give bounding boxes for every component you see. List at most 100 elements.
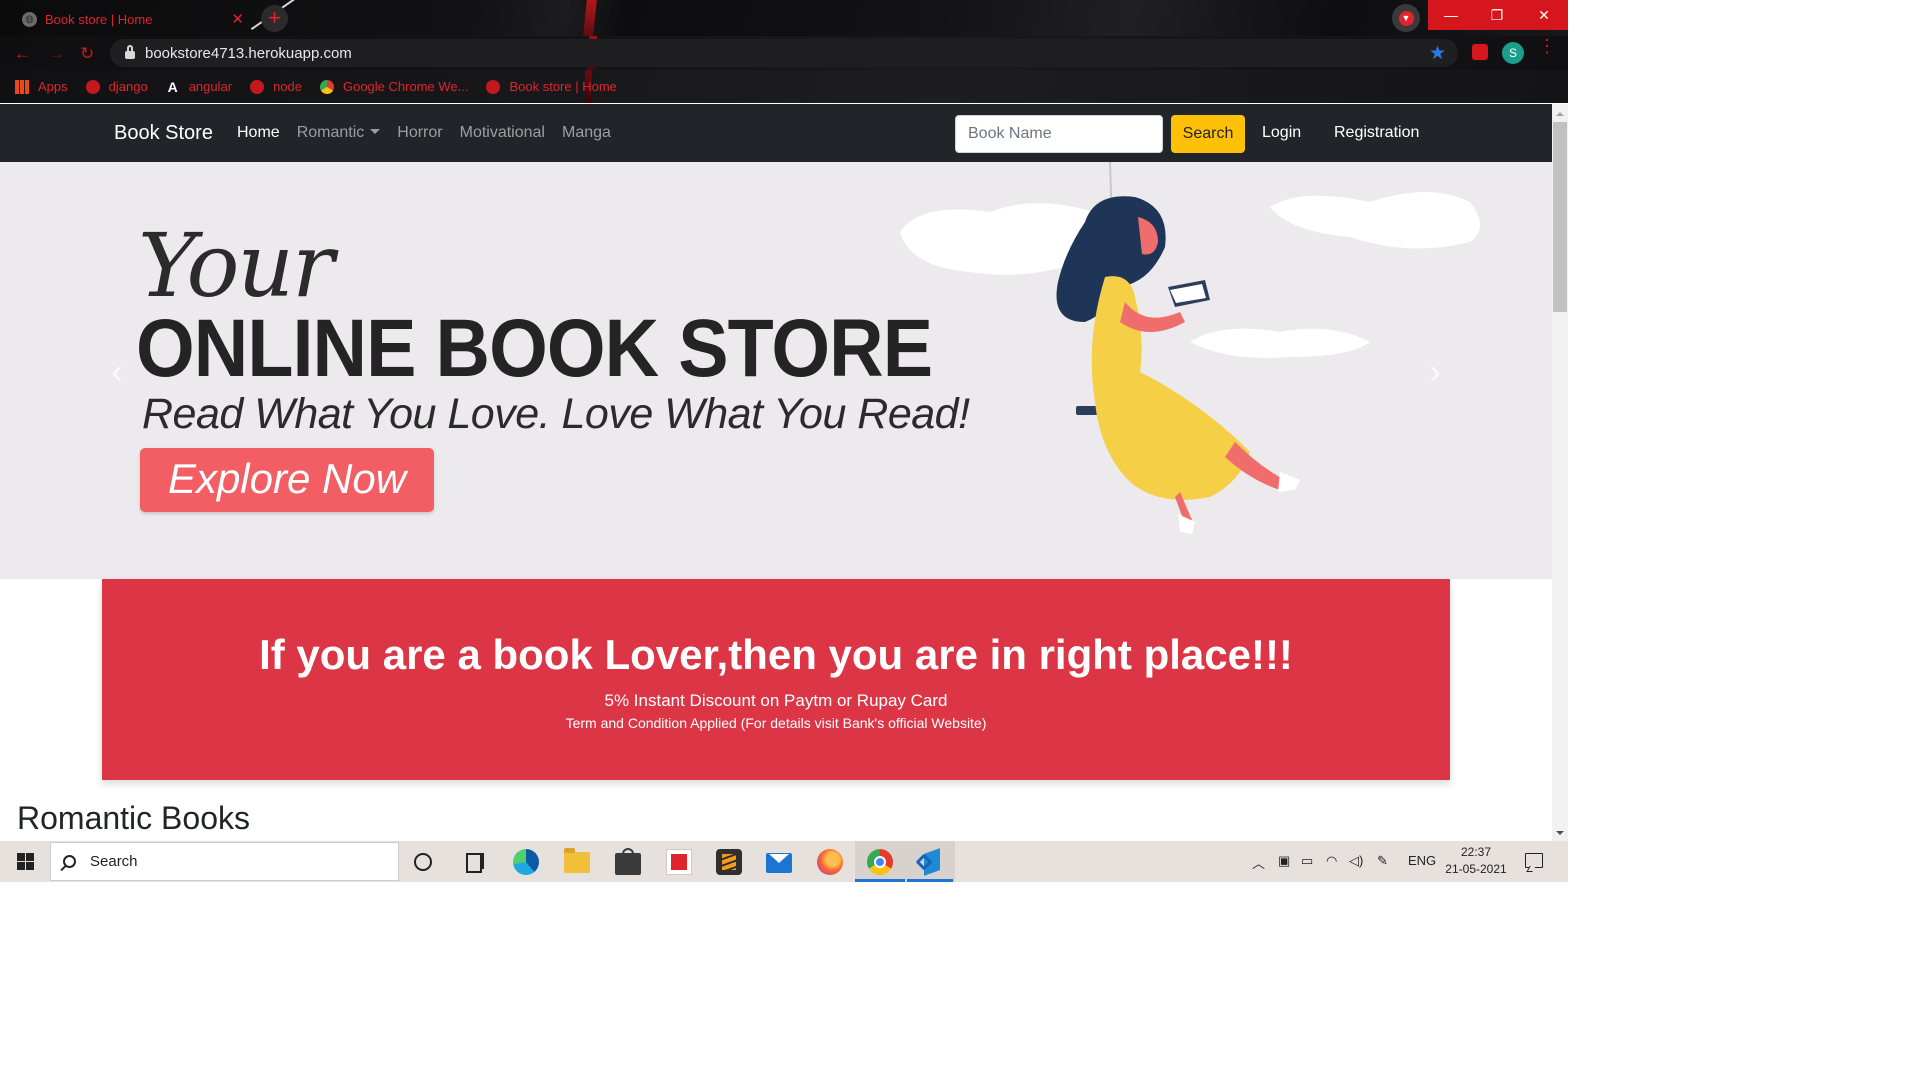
windows-logo-icon xyxy=(16,853,34,870)
bookmark-chrome-web-store[interactable]: Google Chrome We... xyxy=(319,79,469,94)
clock-date: 21-05-2021 xyxy=(1445,862,1507,876)
chrome-icon[interactable] xyxy=(867,849,893,875)
bookmarks-bar: Apps django A angular node Google Chrome… xyxy=(0,70,1568,103)
promo-discount-text: 5% Instant Discount on Paytm or Rupay Ca… xyxy=(604,691,948,710)
registration-link[interactable]: Registration xyxy=(1334,124,1419,142)
hero-headline: ONLINE BOOK STORE xyxy=(136,303,933,394)
bookmark-apps[interactable]: Apps xyxy=(15,79,68,94)
login-link[interactable]: Login xyxy=(1262,124,1301,142)
taskbar-clock[interactable]: 22:37 21-05-2021 xyxy=(1444,844,1508,878)
battery-icon[interactable]: ▭ xyxy=(1301,853,1313,869)
mail-icon[interactable] xyxy=(766,853,792,873)
site-brand[interactable]: Book Store xyxy=(114,122,213,145)
apps-grid-icon xyxy=(15,79,29,94)
search-icon xyxy=(63,855,76,868)
store-icon[interactable] xyxy=(615,848,641,875)
bookmark-book-store[interactable]: Book store | Home xyxy=(486,79,617,94)
nav-horror[interactable]: Horror xyxy=(397,124,442,142)
taskbar-active-indicator xyxy=(855,879,905,882)
language-indicator[interactable]: ENG xyxy=(1408,853,1436,868)
bookmark-label: Book store | Home xyxy=(509,79,617,94)
bookmark-label: angular xyxy=(188,79,233,94)
globe-icon xyxy=(250,79,265,94)
promo-banner: If you are a book Lover,then you are in … xyxy=(102,579,1450,780)
nav-motivational[interactable]: Motivational xyxy=(460,124,545,142)
profile-avatar[interactable]: S xyxy=(1502,42,1524,64)
firefox-icon[interactable] xyxy=(817,849,843,875)
site-navbar: Book Store Home Romantic Horror Motivati… xyxy=(0,104,1552,162)
browser-tab-active[interactable]: ◍ Book store | Home ✕ xyxy=(8,2,252,36)
carousel-prev-icon[interactable]: ‹ xyxy=(102,352,132,392)
globe-icon xyxy=(85,79,100,94)
taskbar-search-box[interactable]: Search xyxy=(50,842,399,881)
nav-romantic-label: Romantic xyxy=(296,124,365,141)
explore-now-button[interactable]: Explore Now xyxy=(140,448,434,512)
reload-icon[interactable]: ↻ xyxy=(80,44,94,64)
extension-icon[interactable]: ▼ xyxy=(1392,4,1420,32)
hero-carousel: Your ONLINE BOOK STORE Read What You Lov… xyxy=(0,162,1552,579)
new-tab-button[interactable]: + xyxy=(261,5,288,32)
volume-icon[interactable]: ◁) xyxy=(1349,853,1363,869)
browser-menu-icon[interactable]: ⋮ xyxy=(1538,37,1556,55)
record-icon: ▼ xyxy=(1398,10,1414,26)
maximize-button[interactable]: ❐ xyxy=(1474,0,1520,30)
scroll-up-arrow-icon[interactable] xyxy=(1556,112,1564,116)
windows-taskbar: Search ︿ ▣ ▭ ◠ ◁) ✎ ENG 22:37 21-05-2021 xyxy=(0,841,1568,882)
bookmark-star-icon[interactable]: ★ xyxy=(1429,42,1446,65)
tab-close-icon[interactable]: ✕ xyxy=(231,10,244,28)
taskbar-active-indicator xyxy=(907,879,953,882)
edge-icon[interactable] xyxy=(513,849,539,875)
section-title-romantic: Romantic Books xyxy=(17,800,250,836)
tab-title: Book store | Home xyxy=(45,11,153,27)
close-window-button[interactable]: ✕ xyxy=(1520,0,1568,30)
start-button[interactable] xyxy=(0,841,50,882)
globe-icon xyxy=(486,79,501,94)
caret-down-icon xyxy=(370,129,381,134)
notification-center-icon[interactable] xyxy=(1525,853,1543,868)
theme-decoration xyxy=(583,0,597,36)
gift-icon[interactable] xyxy=(666,849,692,875)
sublime-text-icon[interactable] xyxy=(716,849,742,875)
vscode-icon[interactable] xyxy=(918,849,944,875)
search-button[interactable]: Search xyxy=(1171,115,1245,153)
bookmark-angular[interactable]: A angular xyxy=(166,79,232,94)
chrome-icon xyxy=(319,79,334,94)
browser-toolbar: ← → ↻ bookstore4713.herokuapp.com ★ S ⋮ xyxy=(0,36,1568,70)
globe-icon: ◍ xyxy=(22,11,37,27)
book-search-input[interactable] xyxy=(955,115,1163,153)
scrollbar-thumb[interactable] xyxy=(1553,122,1567,312)
bookmark-node[interactable]: node xyxy=(250,79,302,94)
meet-now-icon[interactable]: ▣ xyxy=(1278,853,1290,869)
hero-tagline: Read What You Love. Love What You Read! xyxy=(142,390,970,438)
minimize-button[interactable]: — xyxy=(1428,0,1474,30)
extensions-puzzle-icon[interactable] xyxy=(1472,44,1488,60)
page-scrollbar[interactable] xyxy=(1552,104,1568,841)
address-url[interactable]: bookstore4713.herokuapp.com xyxy=(145,45,352,62)
promo-terms-text: Term and Condition Applied (For details … xyxy=(565,715,987,731)
carousel-next-icon[interactable]: › xyxy=(1420,352,1450,392)
taskbar-search-label: Search xyxy=(90,853,138,870)
browser-tab-strip: ◍ Book store | Home ✕ + ▼ — ❐ ✕ xyxy=(0,0,1568,36)
wifi-icon[interactable]: ◠ xyxy=(1326,853,1337,869)
bookmark-label: Apps xyxy=(38,79,68,94)
nav-romantic-dropdown[interactable]: Romantic xyxy=(297,124,381,142)
nav-links: Home Romantic Horror Motivational Manga xyxy=(237,124,628,142)
bookmark-django[interactable]: django xyxy=(85,79,148,94)
back-arrow-icon[interactable]: ← xyxy=(14,44,31,64)
bookmark-label: django xyxy=(108,79,148,94)
file-explorer-icon[interactable] xyxy=(564,848,590,873)
forward-arrow-icon[interactable]: → xyxy=(48,44,65,64)
bookmark-label: node xyxy=(273,79,302,94)
bookmark-label: Google Chrome We... xyxy=(342,79,469,94)
address-bar[interactable]: bookstore4713.herokuapp.com ★ xyxy=(110,39,1458,67)
promo-headline: If you are a book Lover,then you are in … xyxy=(259,631,1293,678)
nav-manga[interactable]: Manga xyxy=(562,124,611,142)
woman-reading-on-swing-illustration xyxy=(900,162,1480,534)
task-view-icon[interactable] xyxy=(464,849,490,875)
lock-icon xyxy=(125,45,135,59)
nav-home[interactable]: Home xyxy=(237,124,280,142)
scroll-down-arrow-icon[interactable] xyxy=(1556,831,1564,835)
pen-icon[interactable]: ✎ xyxy=(1377,853,1388,869)
cortana-icon[interactable] xyxy=(414,853,432,871)
chevron-up-icon[interactable]: ︿ xyxy=(1252,853,1265,872)
